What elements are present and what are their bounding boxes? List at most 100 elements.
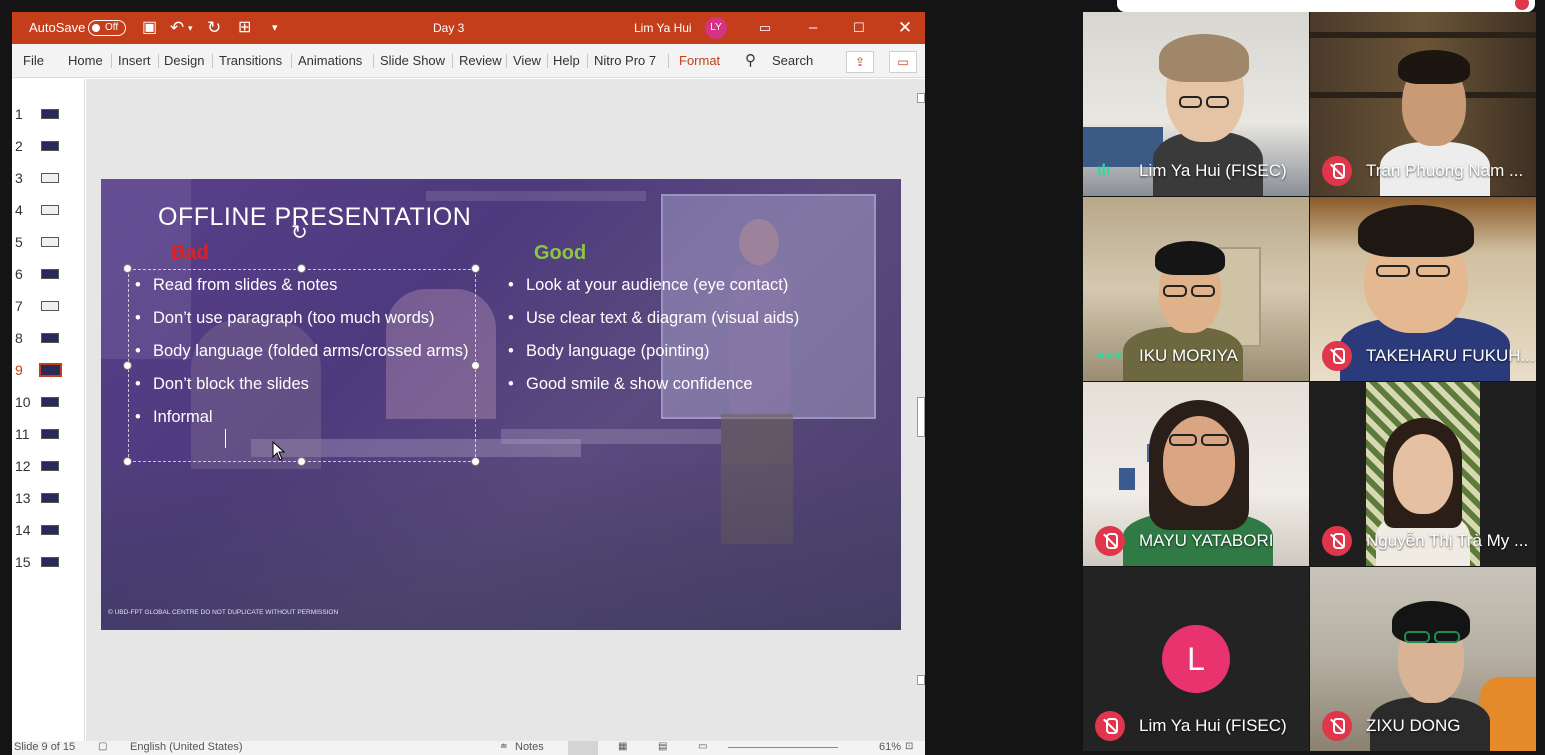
slide-thumbnail-preview[interactable]: [39, 363, 62, 377]
slide-thumbnail-preview[interactable]: [41, 301, 59, 311]
resize-handle[interactable]: [471, 457, 480, 466]
tab-help[interactable]: Help: [553, 44, 580, 78]
participant-tile[interactable]: L Lim Ya Hui (FISEC): [1083, 567, 1309, 751]
slide-thumbnail-preview[interactable]: [41, 557, 59, 567]
tab-slide-show[interactable]: Slide Show: [380, 44, 445, 78]
resize-handle[interactable]: [471, 264, 480, 273]
slide-9[interactable]: OFFLINE PRESENTATION Bad Good Read from …: [101, 179, 901, 630]
resize-handle[interactable]: [297, 457, 306, 466]
tab-review[interactable]: Review: [459, 44, 502, 78]
autosave-toggle[interactable]: Off: [88, 20, 126, 36]
participant-tile[interactable]: Tran Phuong Nam ...: [1310, 12, 1536, 196]
spelling-check-icon[interactable]: ▢: [98, 741, 107, 752]
user-name[interactable]: Lim Ya Hui: [634, 12, 692, 44]
participant-tile[interactable]: ••• IKU MORIYA: [1083, 197, 1309, 381]
search-box[interactable]: Search: [772, 44, 813, 78]
rotate-handle-icon[interactable]: ↻: [291, 223, 308, 243]
slideshow-view-icon[interactable]: ▭: [698, 741, 707, 752]
slide-thumbnail[interactable]: 9: [12, 360, 84, 380]
good-list[interactable]: Look at your audience (eye contact) Use c…: [502, 275, 882, 407]
minimize-icon[interactable]: –: [790, 12, 836, 44]
slide-thumbnail-preview[interactable]: [41, 461, 59, 471]
bullet-item[interactable]: Body language (pointing): [502, 341, 882, 362]
close-icon[interactable]: ✕: [882, 12, 925, 44]
bullet-item[interactable]: Good smile & show confidence: [502, 374, 882, 395]
tab-transitions[interactable]: Transitions: [219, 44, 282, 78]
scroll-up-icon[interactable]: [917, 93, 925, 103]
slide-thumbnail-preview[interactable]: [41, 269, 59, 279]
slide-thumbnail-preview[interactable]: [41, 109, 59, 119]
slide-thumbnail[interactable]: 1: [12, 104, 84, 124]
slide-thumbnail[interactable]: 8: [12, 328, 84, 348]
tab-home[interactable]: Home: [68, 44, 103, 78]
textbox-selection[interactable]: [128, 269, 476, 462]
slide-thumbnail[interactable]: 10: [12, 392, 84, 412]
reading-view-icon[interactable]: ▤: [658, 741, 667, 752]
redo-icon[interactable]: ↻: [207, 12, 221, 44]
tab-format[interactable]: Format: [679, 44, 720, 78]
customize-toolbar-icon[interactable]: ▾: [272, 12, 278, 44]
bullet-item[interactable]: Look at your audience (eye contact): [502, 275, 882, 296]
more-options-icon[interactable]: •••: [1097, 345, 1123, 367]
zoom-slider[interactable]: [728, 747, 838, 748]
slide-thumbnail-preview[interactable]: [41, 525, 59, 535]
fit-to-window-icon[interactable]: ⊡: [905, 741, 913, 752]
slide-thumbnail[interactable]: 13: [12, 488, 84, 508]
resize-handle[interactable]: [297, 264, 306, 273]
participant-tile[interactable]: ZIXU DONG: [1310, 567, 1536, 751]
ribbon-display-icon[interactable]: ▭: [742, 12, 788, 44]
slide-thumbnail[interactable]: 11: [12, 424, 84, 444]
slide-thumbnail[interactable]: 7: [12, 296, 84, 316]
language-indicator[interactable]: English (United States): [130, 741, 243, 753]
notes-button[interactable]: Notes: [515, 741, 544, 753]
participant-tile[interactable]: ılı Lim Ya Hui (FISEC): [1083, 12, 1309, 196]
slide-thumbnail-preview[interactable]: [41, 141, 59, 151]
slide-thumbnail[interactable]: 15: [12, 552, 84, 572]
scroll-down-icon[interactable]: [917, 675, 925, 685]
zoom-leave-icon[interactable]: [1515, 0, 1529, 10]
notes-icon[interactable]: ≐: [500, 741, 508, 752]
slide-thumbnail[interactable]: 12: [12, 456, 84, 476]
normal-view-button[interactable]: [568, 741, 598, 755]
resize-handle[interactable]: [123, 457, 132, 466]
slide-thumbnail-preview[interactable]: [41, 493, 59, 503]
resize-handle[interactable]: [471, 361, 480, 370]
save-icon[interactable]: ▣: [142, 12, 157, 44]
resize-handle[interactable]: [123, 264, 132, 273]
undo-dropdown-icon[interactable]: ▾: [188, 12, 193, 44]
participant-tile[interactable]: MAYU YATABORI: [1083, 382, 1309, 566]
tab-design[interactable]: Design: [164, 44, 204, 78]
slide-thumbnail[interactable]: 14: [12, 520, 84, 540]
good-heading[interactable]: Good: [534, 242, 586, 265]
undo-icon[interactable]: ↶: [170, 12, 184, 44]
slide-thumbnail-preview[interactable]: [41, 173, 59, 183]
bullet-item[interactable]: Use clear text & diagram (visual aids): [502, 308, 882, 329]
comments-icon[interactable]: ▭: [889, 51, 917, 73]
tab-animations[interactable]: Animations: [298, 44, 362, 78]
slide-title[interactable]: OFFLINE PRESENTATION: [158, 203, 471, 232]
slide-thumbnail[interactable]: 2: [12, 136, 84, 156]
tab-view[interactable]: View: [513, 44, 541, 78]
slide-thumbnail[interactable]: 3: [12, 168, 84, 188]
tab-insert[interactable]: Insert: [118, 44, 151, 78]
tab-file[interactable]: File: [23, 44, 44, 78]
resize-handle[interactable]: [123, 361, 132, 370]
tab-nitro-pro[interactable]: Nitro Pro 7: [594, 44, 656, 78]
slide-thumbnail-preview[interactable]: [41, 429, 59, 439]
maximize-icon[interactable]: ☐: [836, 12, 882, 44]
slide-sorter-icon[interactable]: ▦: [618, 741, 627, 752]
search-icon[interactable]: ⚲: [745, 44, 756, 78]
slide-thumbnail-preview[interactable]: [41, 237, 59, 247]
bad-heading[interactable]: Bad: [171, 242, 209, 265]
user-avatar[interactable]: LY: [705, 17, 727, 39]
slide-thumbnail[interactable]: 5: [12, 232, 84, 252]
slide-thumbnail[interactable]: 4: [12, 200, 84, 220]
participant-tile[interactable]: TAKEHARU FUKUH...: [1310, 197, 1536, 381]
present-icon[interactable]: ⊞: [238, 12, 251, 44]
zoom-level[interactable]: 61%: [879, 741, 901, 753]
participant-tile[interactable]: Nguyễn Thị Trà My ...: [1310, 382, 1536, 566]
vertical-scrollbar-thumb[interactable]: [917, 397, 925, 437]
slide-thumbnail-preview[interactable]: [41, 333, 59, 343]
slide-thumbnail-preview[interactable]: [41, 205, 59, 215]
slide-thumbnail[interactable]: 6: [12, 264, 84, 284]
